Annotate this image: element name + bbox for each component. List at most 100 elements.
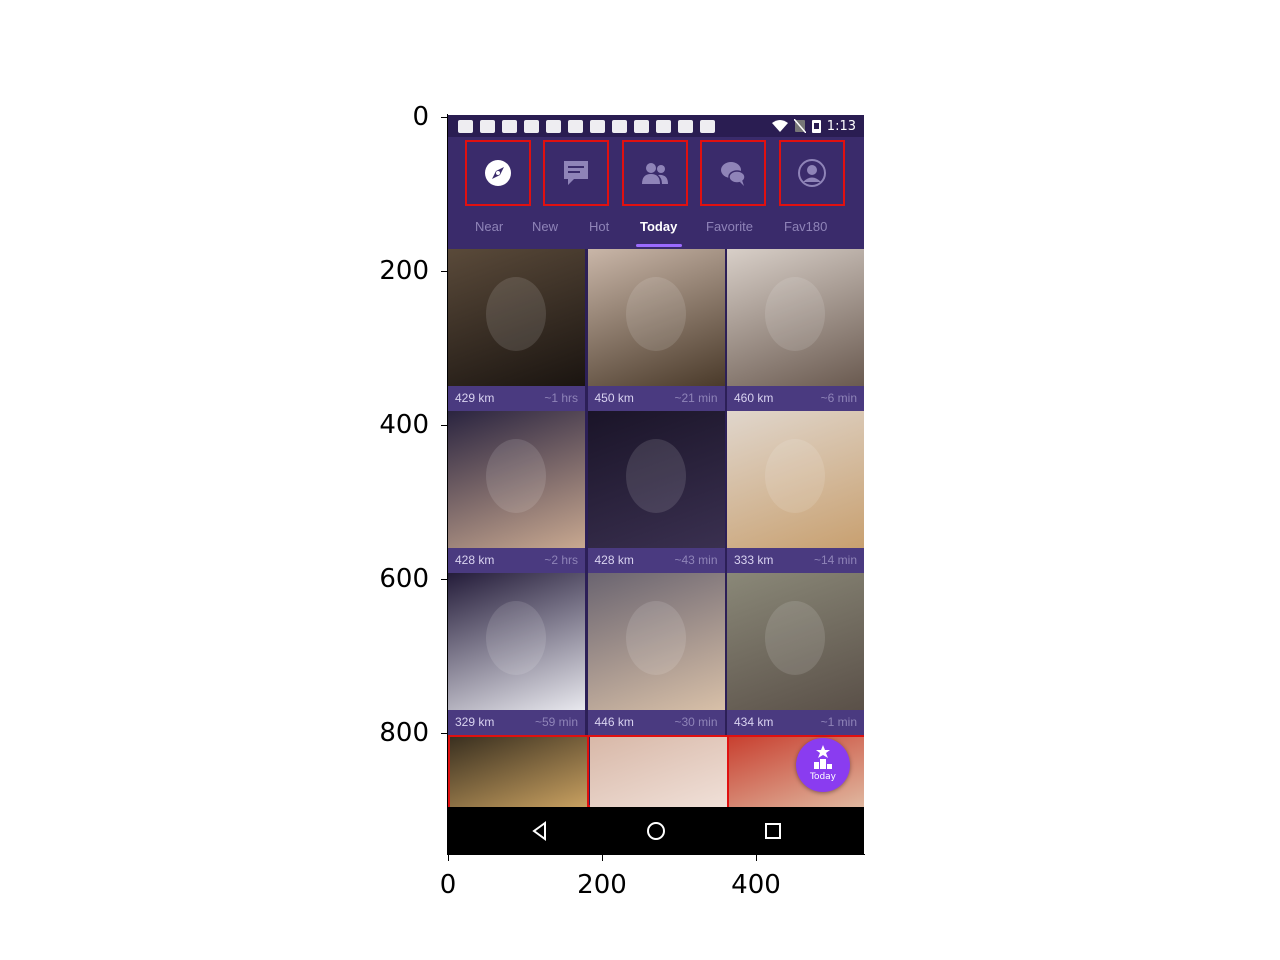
user-photo: [727, 573, 864, 710]
tab-favorite[interactable]: Favorite: [706, 219, 753, 234]
nav-profile-button[interactable]: [779, 140, 845, 206]
user-card[interactable]: 450 km ~21 min: [587, 249, 725, 411]
y-tick: [441, 117, 447, 118]
tab-strip: Near New Hot Today Favorite Fav180: [448, 207, 864, 249]
user-card[interactable]: 333 km ~14 min: [727, 411, 864, 573]
y-tick-label: 600: [379, 564, 429, 594]
y-tick: [441, 733, 447, 734]
last-active-label: ~1 min: [820, 715, 857, 729]
ib-icon: [612, 119, 627, 133]
y-tick-label: 800: [379, 718, 429, 748]
photo-subject: [625, 601, 686, 675]
podium-star-icon: [814, 745, 832, 769]
last-active-label: ~1 hrs: [544, 391, 578, 405]
last-active-label: ~14 min: [813, 553, 857, 567]
distance-label: 450 km: [594, 391, 634, 405]
y-tick-label: 200: [379, 256, 429, 286]
user-card-partial[interactable]: [450, 737, 589, 807]
phone-screen: 1:13 Near New Hot Today Favorite Fav180 …: [448, 115, 864, 855]
last-active-label: ~59 min: [534, 715, 578, 729]
user-photo: [587, 249, 725, 386]
photo-subject: [765, 601, 825, 675]
today-ranking-button[interactable]: Today: [796, 738, 850, 792]
last-active-label: ~2 hrs: [544, 553, 578, 567]
recents-button[interactable]: [761, 819, 785, 843]
people-icon: [642, 163, 668, 184]
clock: 1:13: [826, 118, 856, 134]
user-card[interactable]: 429 km ~1 hrs: [448, 249, 585, 411]
user-card[interactable]: 329 km ~59 min: [448, 573, 585, 735]
wifi-icon: [771, 120, 788, 132]
edit-icon: [546, 119, 561, 133]
distance-label: 460 km: [734, 391, 774, 405]
battery-icon: [811, 120, 821, 133]
facebook-icon: [568, 119, 583, 133]
chat-bubble-icon: [564, 161, 588, 185]
user-card[interactable]: 446 km ~30 min: [587, 573, 725, 735]
card-meta-bar: 428 km ~2 hrs: [448, 548, 585, 573]
user-photo: [727, 411, 864, 548]
message-icon: [502, 119, 517, 133]
tab-new[interactable]: New: [532, 219, 558, 234]
phone-msg-icon: [524, 119, 539, 133]
user-photo: [587, 411, 725, 548]
x-tick-label: 400: [731, 870, 781, 900]
card-meta-bar: 333 km ~14 min: [727, 548, 864, 573]
y-tick: [441, 579, 447, 580]
last-active-label: ~43 min: [674, 553, 718, 567]
nav-friends-button[interactable]: [622, 140, 688, 206]
photo-subject: [625, 277, 686, 351]
last-active-label: ~6 min: [820, 391, 857, 405]
last-active-label: ~21 min: [674, 391, 718, 405]
back-icon: [532, 821, 546, 841]
x-tick-label: 200: [577, 870, 627, 900]
fab-label: Today: [809, 772, 837, 782]
no-sim-icon: [793, 119, 806, 133]
photo-subject: [486, 277, 546, 351]
card-meta-bar: 446 km ~30 min: [587, 710, 725, 735]
photo-subject: [625, 439, 686, 513]
photo-subject: [486, 439, 546, 513]
home-icon: [647, 822, 665, 840]
y-tick: [441, 425, 447, 426]
user-card-partial[interactable]: [589, 737, 729, 807]
active-tab-indicator: [636, 244, 682, 247]
tab-today[interactable]: Today: [640, 219, 677, 234]
system-navigation-bar: [448, 807, 864, 855]
distance-label: 329 km: [455, 715, 495, 729]
wrench-icon: [480, 119, 495, 133]
user-photo: [727, 249, 864, 386]
y-tick: [441, 271, 447, 272]
tab-hot[interactable]: Hot: [589, 219, 609, 234]
nav-chats-button[interactable]: [700, 140, 766, 206]
card-meta-bar: 428 km ~43 min: [587, 548, 725, 573]
card-meta-bar: 429 km ~1 hrs: [448, 386, 585, 411]
nav-discover-button[interactable]: [465, 140, 531, 206]
user-card[interactable]: 434 km ~1 min: [727, 573, 864, 735]
notification-icons: [448, 119, 715, 133]
menu-icon: [590, 119, 605, 133]
card-meta-bar: 434 km ~1 min: [727, 710, 864, 735]
distance-label: 429 km: [455, 391, 495, 405]
nav-messages-button[interactable]: [543, 140, 609, 206]
card-meta-bar: 329 km ~59 min: [448, 710, 585, 735]
user-card[interactable]: 428 km ~43 min: [587, 411, 725, 573]
card-meta-bar: 450 km ~21 min: [587, 386, 725, 411]
user-photo: [587, 573, 725, 710]
user-photo: [448, 249, 585, 386]
b-icon: [656, 119, 671, 133]
user-card[interactable]: 428 km ~2 hrs: [448, 411, 585, 573]
user-card[interactable]: 460 km ~6 min: [727, 249, 864, 411]
chat-bubbles-icon: [721, 162, 746, 186]
x-tick: [602, 855, 603, 861]
card-meta-bar: 460 km ~6 min: [727, 386, 864, 411]
tab-near[interactable]: Near: [475, 219, 503, 234]
photo-subject: [765, 439, 825, 513]
recents-icon: [765, 823, 781, 839]
tab-fav180[interactable]: Fav180: [784, 219, 827, 234]
y-tick-label: 400: [379, 410, 429, 440]
back-button[interactable]: [528, 819, 552, 843]
compass-icon: [485, 160, 511, 186]
home-button[interactable]: [644, 819, 668, 843]
distance-label: 434 km: [734, 715, 774, 729]
